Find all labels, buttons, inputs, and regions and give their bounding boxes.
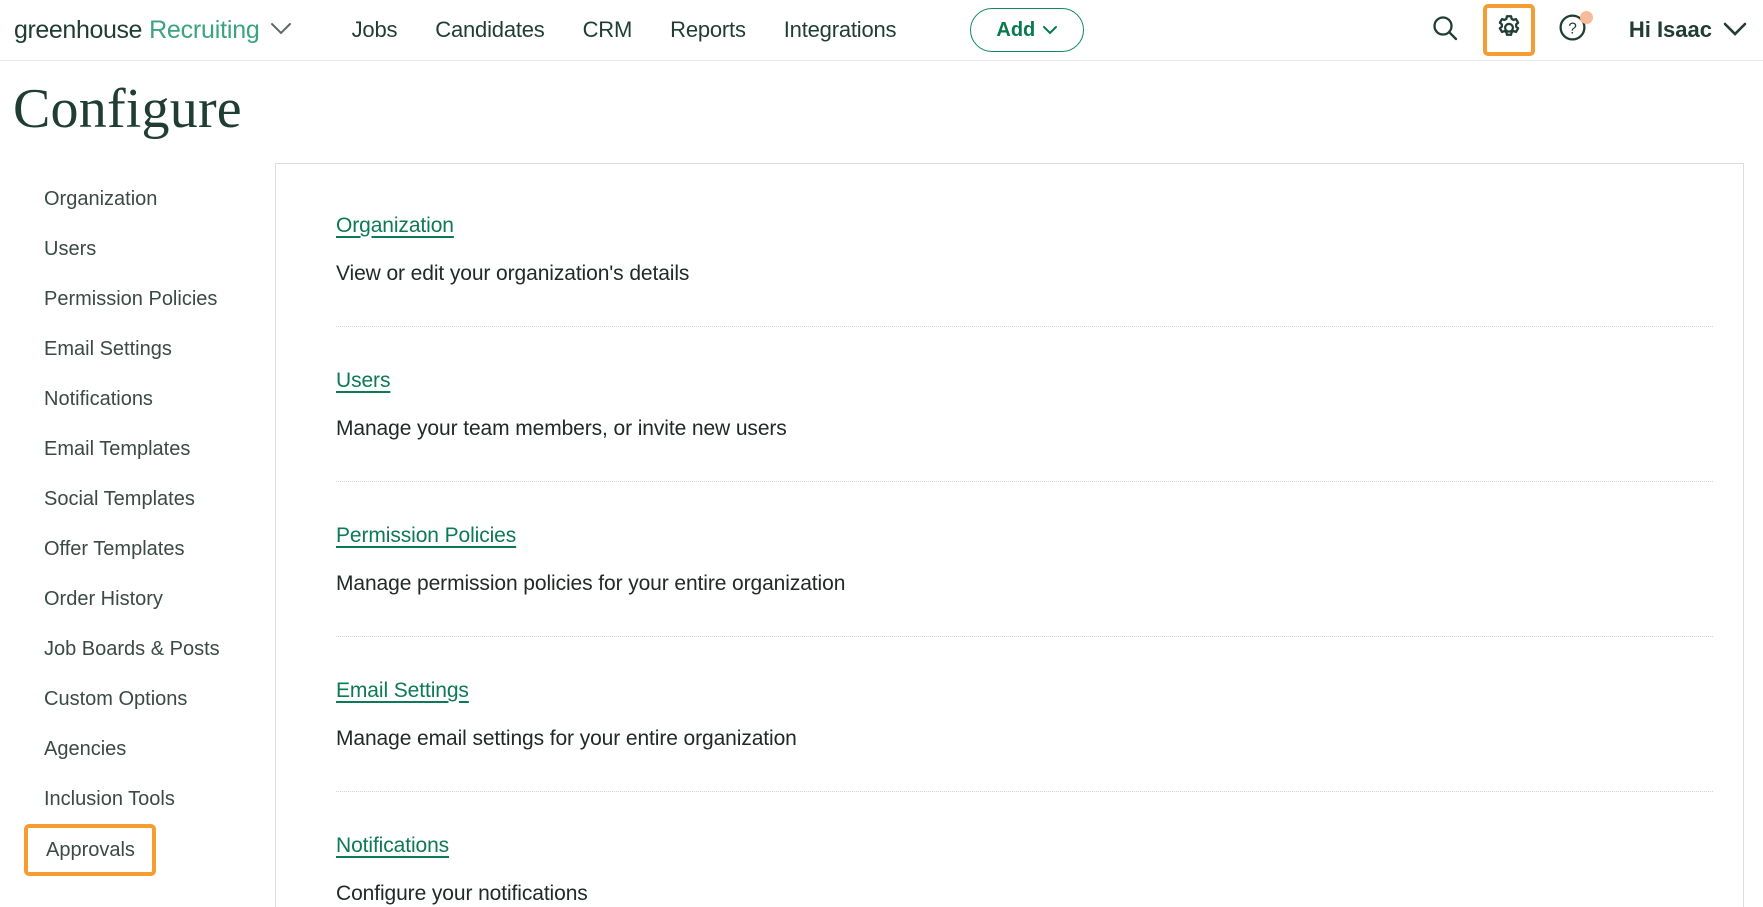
sidebar-item-notifications[interactable]: Notifications [0,374,275,424]
help-button[interactable]: ? [1547,4,1599,56]
brand-logo-dropdown[interactable]: greenhouse Recruiting [14,16,292,45]
settings-row: Email Settings Manage email settings for… [336,637,1713,792]
nav-item-integrations[interactable]: Integrations [765,17,916,43]
top-navigation-bar: greenhouse Recruiting Jobs Candidates CR… [0,0,1763,61]
brand-name: greenhouse [14,16,142,45]
settings-button[interactable] [1483,4,1535,56]
nav-item-crm[interactable]: CRM [564,17,652,43]
search-icon [1430,13,1460,48]
sidebar-item-agencies[interactable]: Agencies [0,724,275,774]
settings-link-email-settings[interactable]: Email Settings [336,679,469,703]
search-button[interactable] [1419,4,1471,56]
notification-dot [1580,11,1593,24]
settings-description: Manage email settings for your entire or… [336,727,1713,751]
sidebar-item-organization[interactable]: Organization [0,174,275,224]
settings-description: Manage your team members, or invite new … [336,417,1713,441]
settings-row: Notifications Configure your notificatio… [336,792,1713,907]
settings-description: View or edit your organization's details [336,262,1713,286]
sidebar-item-inclusion-tools[interactable]: Inclusion Tools [0,774,275,824]
settings-description: Manage permission policies for your enti… [336,572,1713,596]
add-button[interactable]: Add [970,8,1084,52]
sidebar-item-permission-policies[interactable]: Permission Policies [0,274,275,324]
sidebar-item-users[interactable]: Users [0,224,275,274]
nav-item-jobs[interactable]: Jobs [333,17,417,43]
settings-link-permission-policies[interactable]: Permission Policies [336,524,516,548]
sidebar-item-offer-templates[interactable]: Offer Templates [0,524,275,574]
sidebar-item-email-settings[interactable]: Email Settings [0,324,275,374]
chevron-down-icon [270,22,292,36]
sidebar-item-email-templates[interactable]: Email Templates [0,424,275,474]
svg-text:?: ? [1569,21,1578,38]
configure-sidebar: Organization Users Permission Policies E… [0,163,275,876]
chevron-down-icon [1723,17,1747,43]
primary-nav-links: Jobs Candidates CRM Reports Integrations [333,17,916,43]
settings-link-organization[interactable]: Organization [336,214,454,238]
settings-description: Configure your notifications [336,882,1713,906]
configure-settings-card: Organization View or edit your organizat… [275,163,1744,907]
nav-item-reports[interactable]: Reports [651,17,765,43]
settings-link-users[interactable]: Users [336,369,390,393]
sidebar-item-approvals[interactable]: Approvals [24,824,156,876]
nav-right-actions: ? Hi Isaac [1419,4,1747,56]
sidebar-item-job-boards-posts[interactable]: Job Boards & Posts [0,624,275,674]
add-button-label: Add [996,19,1035,42]
settings-row: Organization View or edit your organizat… [336,164,1713,327]
gear-icon [1494,13,1524,48]
nav-item-candidates[interactable]: Candidates [416,17,563,43]
settings-link-notifications[interactable]: Notifications [336,834,449,858]
user-greeting-label: Hi Isaac [1629,17,1712,43]
settings-row: Users Manage your team members, or invit… [336,327,1713,482]
user-menu[interactable]: Hi Isaac [1629,17,1747,43]
brand-product-name: Recruiting [149,16,260,45]
settings-row: Permission Policies Manage permission po… [336,482,1713,637]
page-title: Configure [13,79,1763,141]
sidebar-item-order-history[interactable]: Order History [0,574,275,624]
page-body: Organization Users Permission Policies E… [0,163,1763,907]
sidebar-item-custom-options[interactable]: Custom Options [0,674,275,724]
chevron-down-icon [1042,19,1058,42]
sidebar-item-social-templates[interactable]: Social Templates [0,474,275,524]
